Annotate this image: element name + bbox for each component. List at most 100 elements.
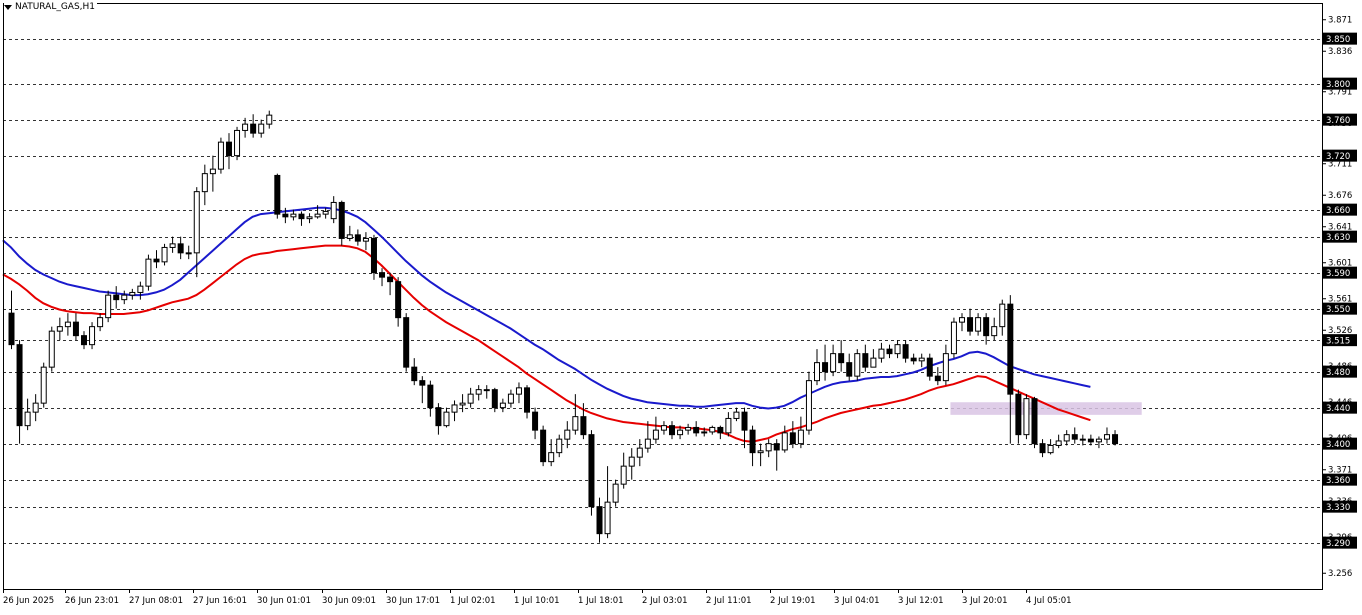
- candle-body-bull: [258, 123, 265, 134]
- candle-body-bull: [685, 426, 692, 431]
- candle[interactable]: [854, 349, 861, 381]
- y-tick-label: 3.676: [1328, 191, 1352, 201]
- level-price-badge[interactable]: 3.515: [1323, 334, 1357, 347]
- level-badge-label: 3.590: [1326, 269, 1350, 279]
- candle-body-bear: [282, 213, 289, 218]
- x-tick-label: 2 Jul 03:01: [642, 596, 688, 606]
- level-price-badge[interactable]: 3.720: [1323, 149, 1357, 163]
- candle-body-bear: [250, 123, 257, 134]
- candle-body-bear: [113, 294, 120, 301]
- candle[interactable]: [950, 317, 957, 359]
- candle[interactable]: [89, 322, 96, 350]
- candle-body-bull: [556, 438, 563, 454]
- candle[interactable]: [926, 353, 933, 381]
- candle-body-bull: [443, 411, 450, 427]
- level-price-badge[interactable]: 3.440: [1323, 401, 1357, 415]
- level-price-badge[interactable]: 3.330: [1323, 500, 1357, 513]
- level-price-badge[interactable]: 3.660: [1323, 203, 1357, 217]
- candle-body-bull: [765, 443, 772, 452]
- candle[interactable]: [48, 326, 55, 372]
- candle-body-bull: [97, 317, 104, 328]
- candle-body-bear: [822, 362, 829, 373]
- candle-body-bull: [781, 432, 788, 451]
- candle-body-bull: [636, 447, 643, 458]
- candle-body-bear: [983, 317, 990, 337]
- level-price-badge[interactable]: 3.590: [1323, 266, 1357, 280]
- candle-body-bull: [483, 389, 490, 392]
- candle-body-bear: [1015, 393, 1022, 436]
- candle-body-bear: [177, 243, 184, 254]
- candle[interactable]: [40, 362, 47, 408]
- candle-body-bull: [854, 353, 861, 377]
- candle-body-bear: [411, 366, 418, 382]
- candle-body-bull: [242, 123, 249, 131]
- candle-body-bull: [129, 291, 136, 296]
- candle-body-bull: [459, 402, 466, 406]
- candle[interactable]: [612, 479, 619, 507]
- candle[interactable]: [234, 126, 241, 161]
- candle-body-bear: [596, 506, 603, 535]
- candle-body-bull: [1095, 438, 1102, 443]
- candle[interactable]: [370, 234, 377, 280]
- candle-body-bull: [894, 344, 901, 355]
- level-price-badge[interactable]: 3.360: [1323, 473, 1357, 487]
- candle[interactable]: [217, 137, 224, 174]
- candle[interactable]: [588, 430, 595, 516]
- candle[interactable]: [161, 243, 168, 266]
- level-price-badge[interactable]: 3.760: [1323, 113, 1357, 127]
- level-badge-label: 3.360: [1326, 476, 1350, 486]
- level-price-badge[interactable]: 3.290: [1323, 536, 1357, 550]
- candle-body-bear: [354, 234, 361, 242]
- candle-body-bear: [902, 344, 909, 359]
- candle-body-bull: [201, 173, 208, 193]
- level-price-badge[interactable]: 3.800: [1323, 77, 1357, 91]
- candle-body-bull: [991, 326, 998, 337]
- level-price-badge[interactable]: 3.550: [1323, 302, 1357, 316]
- candle-body-bear: [80, 335, 87, 346]
- candle-body-bear: [427, 384, 434, 409]
- candle-body-bull: [797, 429, 804, 445]
- candle[interactable]: [1031, 396, 1038, 449]
- level-price-badge[interactable]: 3.480: [1323, 365, 1357, 379]
- candle[interactable]: [274, 173, 281, 219]
- level-price-badge[interactable]: 3.400: [1323, 437, 1357, 451]
- candle[interactable]: [403, 313, 410, 372]
- candle[interactable]: [105, 290, 112, 323]
- candle-body-bull: [32, 402, 39, 413]
- price-chart[interactable]: 26 Jun 2025 26 Jun 23:01 27 Jun 08:01 27 Ju…: [0, 0, 1362, 611]
- symbol-header[interactable]: NATURAL_GAS,H1: [4, 2, 98, 12]
- candle[interactable]: [1023, 394, 1030, 440]
- candle-body-bull: [1023, 398, 1030, 436]
- candle-body-bull: [330, 201, 337, 220]
- candle-body-bull: [217, 141, 224, 170]
- candle[interactable]: [338, 200, 345, 246]
- candle-body-bull: [169, 243, 176, 248]
- candle-body-bear: [387, 276, 394, 283]
- candle-body-bear: [934, 375, 941, 382]
- candle-body-bull: [975, 317, 982, 332]
- candle-body-bear: [435, 407, 442, 427]
- candle-body-bull: [942, 353, 949, 382]
- dropdown-arrow-icon[interactable]: [4, 4, 12, 10]
- candle[interactable]: [540, 425, 547, 467]
- candle-body-bull: [467, 393, 474, 404]
- candle-body-bull: [620, 465, 627, 485]
- level-badge-label: 3.760: [1326, 116, 1350, 126]
- candle-body-bull: [161, 246, 168, 263]
- chart-window[interactable]: 26 Jun 2025 26 Jun 23:01 27 Jun 08:01 27 Ju…: [0, 0, 1362, 611]
- candle-body-bull: [878, 348, 885, 359]
- symbol-title: NATURAL_GAS,H1: [15, 2, 96, 12]
- level-price-badge[interactable]: 3.630: [1323, 230, 1357, 244]
- y-tick-label: 3.836: [1328, 47, 1352, 57]
- candle-body-bear: [153, 258, 160, 263]
- x-tick-label: 4 Jul 05:01: [1026, 596, 1072, 606]
- level-price-badge[interactable]: 3.850: [1323, 32, 1357, 46]
- candle-body-bull: [314, 213, 321, 218]
- candle-body-bull: [612, 483, 619, 503]
- candle-body-bear: [693, 426, 700, 434]
- candle-body-bear: [1112, 434, 1119, 445]
- candle-body-bull: [950, 321, 957, 355]
- candle[interactable]: [145, 254, 152, 291]
- candle-body-bull: [564, 429, 571, 440]
- candle[interactable]: [805, 371, 812, 435]
